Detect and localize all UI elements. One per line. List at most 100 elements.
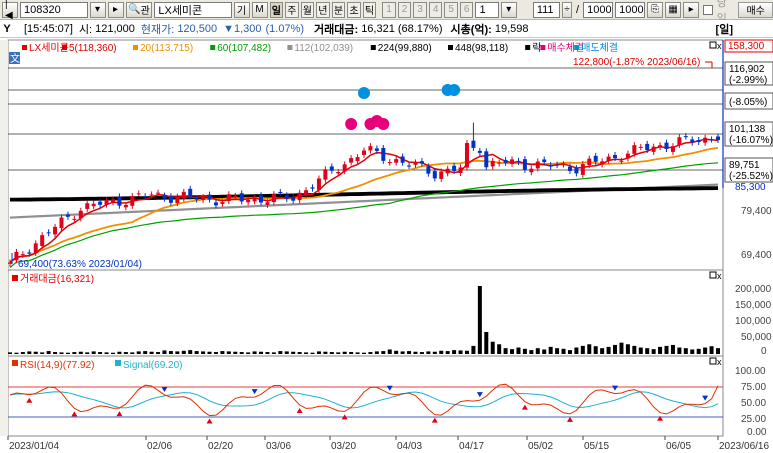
interval-3-button[interactable]: 3 <box>413 1 427 18</box>
candle-body <box>458 167 463 174</box>
volume-bar <box>278 351 283 354</box>
save-icon[interactable]: ⎘ <box>647 1 664 18</box>
today-checkbox[interactable] <box>703 4 713 15</box>
interval-1-button[interactable]: 1 <box>382 1 396 18</box>
candle-body <box>246 199 251 203</box>
volume-panel[interactable] <box>7 269 724 357</box>
volume-bar <box>8 352 12 354</box>
count-spinner-icon[interactable]: ÷ <box>562 1 573 18</box>
interval-6-button[interactable]: 6 <box>459 1 474 18</box>
legend-item: 112(102,039) <box>294 43 353 54</box>
price-y-axis: 158,300 116,902 (-2.99%) (-8.05%) 101,13… <box>722 39 773 261</box>
left-gutter <box>0 40 8 436</box>
price-panel[interactable] <box>7 39 724 271</box>
candle-body <box>33 243 38 254</box>
count-field[interactable]: 111 <box>532 1 561 18</box>
volume-bar <box>65 352 70 354</box>
rsi-y-75: 75.00 <box>741 382 766 393</box>
volume-bar <box>529 350 534 354</box>
interval-5-button[interactable]: 5 <box>444 1 458 18</box>
stock-chart[interactable]: LX세미콘 5(118,360) 20(113,715) 60(107,482) 112… <box>0 38 773 453</box>
period-year-tab[interactable]: 년 <box>316 1 330 18</box>
rsi-close-icon[interactable]: x <box>717 357 722 367</box>
volume-bar <box>27 351 32 354</box>
period-day-tab[interactable]: 일 <box>269 1 284 18</box>
close-icon[interactable]: x <box>717 41 722 51</box>
buy-marker[interactable] <box>345 118 358 130</box>
candle-body <box>271 194 276 203</box>
volume-bar <box>587 344 592 354</box>
candle-body <box>78 210 83 219</box>
candle-body <box>561 164 566 166</box>
amount-label: 거래대금: <box>314 23 359 36</box>
period-second-tab[interactable]: 초 <box>347 1 361 18</box>
volume-bar <box>703 347 708 354</box>
search-button[interactable]: 🔍 관 <box>125 1 153 18</box>
x-label: 03/06 <box>266 441 291 452</box>
period-month-tab[interactable]: 월 <box>300 1 315 18</box>
candle-body <box>716 136 720 141</box>
candle-body <box>239 193 244 202</box>
interval-2-button[interactable]: 2 <box>397 1 412 18</box>
volume-bar <box>580 345 585 354</box>
volume-bar <box>567 350 572 354</box>
candle-body <box>535 161 540 169</box>
candle-body <box>638 146 643 148</box>
total-field[interactable]: 1000 <box>583 1 614 18</box>
chart-area[interactable]: LX세미콘 5(118,360) 20(113,715) 60(107,482) 112… <box>0 38 773 453</box>
buy-marker[interactable] <box>370 115 383 127</box>
legend-item: 5(118,360) <box>69 43 117 54</box>
candle-body <box>46 232 51 234</box>
volume-bar <box>542 349 547 354</box>
volume-bar <box>188 350 193 354</box>
period-week-tab[interactable]: 주 <box>285 1 299 18</box>
candle-body <box>471 140 476 148</box>
period-minute-tab[interactable]: 분 <box>331 1 346 18</box>
first-icon[interactable]: |◀ <box>2 0 18 21</box>
candle-body <box>59 217 64 229</box>
total2-field[interactable]: 1000 <box>615 1 646 18</box>
candle-body <box>407 165 412 167</box>
volume-bar <box>104 352 109 354</box>
candle-body <box>690 139 695 143</box>
candle-body <box>703 137 708 143</box>
sell-marker[interactable] <box>358 87 370 99</box>
volume-bar <box>85 352 90 354</box>
volume-bar <box>464 350 469 354</box>
candle-body <box>452 165 457 171</box>
candle-body <box>98 201 103 205</box>
volume-bar <box>561 348 566 354</box>
sell-marker[interactable] <box>448 84 461 96</box>
dropdown-arrow-icon[interactable]: ▾ <box>89 1 106 18</box>
y-label-ma3: 101,138 <box>729 124 766 135</box>
candle-body <box>117 196 122 206</box>
volume-bar <box>516 347 521 354</box>
stock-name-field[interactable]: LX세미콘 <box>154 1 232 18</box>
volume-close-icon[interactable]: x <box>717 271 722 281</box>
rsi-y-25: 25.00 <box>741 414 766 425</box>
candle-body <box>265 202 270 205</box>
volume-bar <box>362 352 366 354</box>
volume-bar <box>226 351 231 354</box>
legend-swatch <box>133 45 138 50</box>
vol-y-50000: 50,000 <box>741 332 772 343</box>
period-tick-tab[interactable]: 틱 <box>362 1 377 18</box>
candle-body <box>72 218 77 220</box>
candle-body <box>149 194 154 196</box>
buy-button[interactable]: 매수 <box>738 1 773 18</box>
volume-bar <box>716 348 720 354</box>
settings-icon[interactable]: ▸ <box>683 1 700 18</box>
gi-button[interactable]: 기 <box>233 1 250 18</box>
rsi-panel[interactable] <box>7 355 724 437</box>
candle-body <box>104 199 109 205</box>
interval-dropdown-icon[interactable]: ▾ <box>500 1 517 18</box>
interval-4-button[interactable]: 4 <box>428 1 443 18</box>
calendar-icon[interactable]: ▦ <box>665 1 682 18</box>
candle-body <box>522 159 527 170</box>
volume-bar <box>477 286 482 354</box>
volume-bar <box>175 351 180 354</box>
next-arrow-icon[interactable]: ▸ <box>107 1 124 18</box>
stock-code-input[interactable]: 108320 <box>20 1 88 18</box>
interval-custom-field[interactable]: 1 <box>475 1 499 18</box>
m-button[interactable]: M <box>251 1 268 18</box>
